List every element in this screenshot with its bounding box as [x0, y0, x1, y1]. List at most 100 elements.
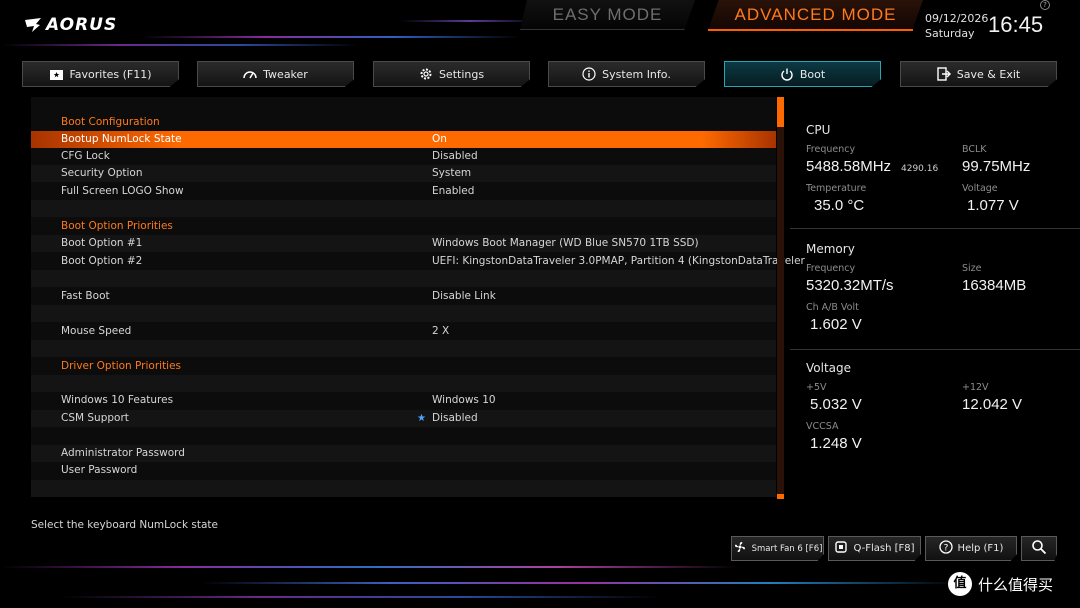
setting-label: Full Screen LOGO Show: [61, 185, 184, 197]
setting-row-windows-10-features[interactable]: Windows 10 Features Windows 10: [31, 392, 776, 409]
watermark-text: 什么值得买: [978, 575, 1054, 594]
settings-scrollbar[interactable]: [777, 97, 784, 499]
tab-label: Settings: [438, 67, 485, 81]
decor-streak: [400, 20, 540, 22]
favorite-star-icon[interactable]: ★: [417, 410, 426, 427]
logo-text: AORUS: [46, 15, 118, 35]
setting-label: CSM Support: [61, 412, 129, 424]
setting-row-security-option[interactable]: Security Option System: [31, 165, 776, 182]
decor-streak: [60, 596, 660, 598]
cpu-section-title: CPU: [806, 123, 831, 137]
cpu-voltage-value: 1.077 V: [967, 197, 1019, 214]
setting-row-logo-show[interactable]: Full Screen LOGO Show Enabled: [31, 183, 776, 200]
setting-value[interactable]: Disabled: [432, 148, 478, 165]
setting-value[interactable]: Windows Boot Manager (WD Blue SN570 1TB …: [432, 235, 699, 252]
setting-label: Administrator Password: [61, 447, 185, 459]
setting-label: Bootup NumLock State: [61, 133, 182, 145]
spacer-row: [31, 480, 776, 497]
date-display: 09/12/2026: [925, 12, 989, 25]
voltage-section-title: Voltage: [806, 361, 852, 375]
search-icon: [1031, 539, 1047, 558]
cpu-temperature-label: Temperature: [806, 183, 867, 194]
spacer-row: [31, 340, 776, 357]
help-icon: ?: [938, 540, 953, 557]
section-header-driver-priorities: Driver Option Priorities: [61, 360, 182, 372]
search-button[interactable]: [1021, 536, 1057, 561]
setting-value[interactable]: 2 X: [432, 323, 449, 340]
question-icon[interactable]: ?: [1040, 0, 1050, 10]
setting-row-admin-password[interactable]: Administrator Password: [31, 445, 776, 462]
decor-streak: [0, 566, 740, 568]
section-divider: [790, 349, 1080, 350]
spacer-row: [31, 305, 776, 322]
tab-label: Boot: [799, 67, 826, 81]
setting-value[interactable]: Windows 10: [432, 392, 496, 409]
cpu-frequency-label: Frequency: [806, 144, 856, 155]
q-flash-button[interactable]: Q-Flash [F8]: [828, 536, 921, 561]
help-button[interactable]: ? Help (F1): [925, 536, 1017, 561]
setting-row-user-password[interactable]: User Password: [31, 462, 776, 479]
tab-tweaker[interactable]: Tweaker: [197, 61, 354, 87]
v12-label: +12V: [962, 382, 989, 393]
memory-frequency-value: 5320.32MT/s: [806, 277, 894, 294]
advanced-mode-button[interactable]: ADVANCED MODE: [708, 0, 923, 30]
cpu-voltage-label: Voltage: [962, 183, 998, 194]
setting-value[interactable]: Enabled: [432, 183, 474, 200]
tab-label: Favorites (F11): [69, 67, 152, 81]
memory-volt-label: Ch A/B Volt: [806, 302, 859, 313]
cpu-frequency-value: 5488.58MHz: [806, 158, 892, 175]
setting-label: Windows 10 Features: [61, 394, 174, 406]
spacer-row: [31, 200, 776, 217]
tab-favorites[interactable]: Favorites (F11): [22, 61, 179, 87]
section-header-boot-priorities: Boot Option Priorities: [61, 220, 173, 232]
bclk-label: BCLK: [962, 144, 987, 155]
tab-label: Tweaker: [263, 67, 308, 81]
tab-system-info[interactable]: System Info.: [548, 61, 705, 87]
gauge-icon: [243, 67, 257, 81]
exit-icon: [937, 67, 951, 81]
tab-save-exit[interactable]: Save & Exit: [900, 61, 1057, 87]
setting-row-cfg-lock[interactable]: CFG Lock Disabled: [31, 148, 776, 165]
eagle-icon: [25, 18, 41, 32]
vccsa-value: 1.248 V: [810, 435, 862, 452]
setting-label: Boot Option #1: [61, 237, 143, 249]
memory-volt-value: 1.602 V: [810, 316, 862, 333]
day-display: Saturday: [925, 27, 975, 40]
setting-value[interactable]: On: [432, 131, 447, 148]
setting-value[interactable]: Disable Link: [432, 288, 496, 305]
easy-mode-button[interactable]: EASY MODE: [520, 0, 695, 30]
help-label: Help (F1): [957, 543, 1004, 554]
setting-row-fast-boot[interactable]: Fast Boot Disable Link: [31, 288, 776, 305]
setting-row-boot-option-2[interactable]: Boot Option #2 UEFI: KingstonDataTravele…: [31, 253, 805, 270]
v5-label: +5V: [806, 382, 827, 393]
power-icon: [780, 67, 794, 81]
setting-row-csm-support[interactable]: CSM Support ★ Disabled: [31, 410, 776, 427]
setting-label: Boot Option #2: [61, 255, 143, 267]
scrollbar-thumb[interactable]: [777, 97, 784, 127]
tab-boot[interactable]: Boot: [724, 61, 881, 87]
setting-value[interactable]: Disabled: [432, 410, 478, 427]
memory-size-value: 16384MB: [962, 277, 1027, 294]
clock-display: 16:45: [988, 12, 1044, 37]
spacer-row: [31, 427, 776, 444]
setting-row-boot-option-1[interactable]: Boot Option #1 Windows Boot Manager (WD …: [31, 235, 776, 252]
setting-row-numlock[interactable]: Bootup NumLock State On: [31, 131, 776, 148]
folder-star-icon: [49, 67, 63, 81]
setting-row-mouse-speed[interactable]: Mouse Speed 2 X: [31, 323, 776, 340]
main-tabs: Favorites (F11) Tweaker Settings System …: [22, 61, 1062, 87]
tab-label: Save & Exit: [956, 67, 1021, 81]
memory-frequency-label: Frequency: [806, 263, 856, 274]
gear-icon: [419, 67, 433, 81]
smart-fan-button[interactable]: Smart Fan 6 [F6]: [731, 536, 824, 561]
aorus-logo: AORUS: [24, 12, 124, 38]
tab-settings[interactable]: Settings: [373, 61, 530, 87]
cpu-temperature-value: 35.0 °C: [814, 197, 865, 214]
q-flash-label: Q-Flash [F8]: [853, 543, 915, 554]
setting-value[interactable]: UEFI: KingstonDataTraveler 3.0PMAP, Part…: [432, 253, 805, 270]
spacer-row: [31, 270, 776, 287]
decor-streak: [140, 36, 520, 38]
setting-value[interactable]: System: [432, 165, 471, 182]
smart-fan-label: Smart Fan 6 [F6]: [751, 543, 823, 554]
section-divider: [790, 228, 1080, 229]
memory-size-label: Size: [962, 263, 982, 274]
